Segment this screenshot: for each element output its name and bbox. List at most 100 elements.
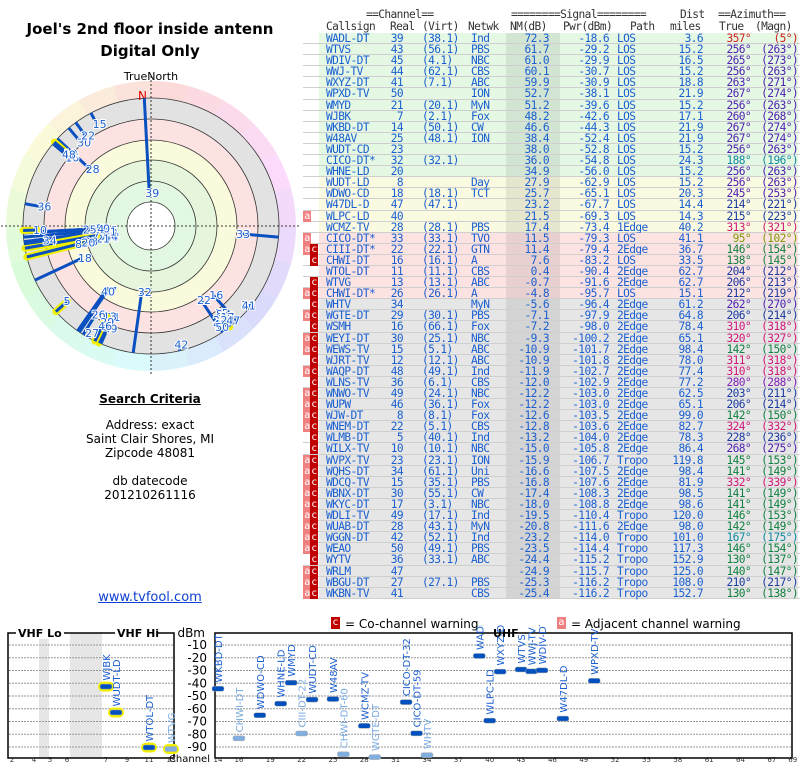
- table-row[interactable]: c WYTV 36 (33.1) ABC -24.4 -115.2 Tropo 152.9 130…: [303, 554, 800, 566]
- station-marker: [587, 678, 601, 684]
- table-row[interactable]: a c WDLI-TV 49 (17.1) Ind -19.5 -110.4 Tropo 120.…: [303, 510, 800, 521]
- table-row[interactable]: a c WGGN-DT 42 (52.1) Ind -23.2 -114.0 Tropo 101.…: [303, 532, 800, 543]
- cell-real: 50: [390, 87, 404, 101]
- table-row[interactable]: WDWO-CD 18 (18.1) TCT 25.7 -65.1 LOS 20.3 245° (2…: [303, 188, 800, 199]
- table-row[interactable]: a c WBNX-DT 30 (55.1) CW -17.4 -108.3 2Edge 98.5 1…: [303, 488, 800, 499]
- cell-real: 7: [396, 109, 404, 123]
- table-row[interactable]: a c WEAO 50 (49.1) PBS -23.5 -114.4 Tropo 117.3 14…: [303, 543, 800, 554]
- table-row[interactable]: WWJ-TV 44 (62.1) CBS 60.1 -30.7 LOS 15.2 256° (26…: [303, 66, 800, 77]
- cell-nm: 23.2: [524, 198, 549, 212]
- cell-true: 267°: [726, 87, 751, 101]
- cell-magn: (153°): [761, 453, 798, 467]
- table-row[interactable]: WJBK 7 (2.1) Fox 48.2 -42.6 LOS 17.1 260° (268°): [303, 111, 800, 122]
- cell-netwk: NBC: [471, 331, 490, 345]
- co-channel-warning-flag: c: [310, 465, 318, 477]
- table-row[interactable]: a c WUPW 46 (36.1) Fox -12.2 -103.0 2Edge 65.1 206…: [303, 399, 800, 410]
- cell-path: Tropo: [617, 575, 648, 589]
- table-row[interactable]: a c WRLM 47 -24.9 -115.7 Tropo 125.0 140° (147°): [303, 564, 800, 578]
- table-row[interactable]: c WSMH 16 (66.1) Fox -7.2 -98.0 2Edge 78.4 310° (3…: [303, 320, 800, 334]
- table-row[interactable]: W48AV 25 (48.1) ION 38.4 -52.4 LOS 21.9 267° (274…: [303, 133, 800, 144]
- table-row[interactable]: WDIV-DT 45 (4.1) NBC 61.0 -29.9 LOS 16.5 265° (27…: [303, 55, 800, 66]
- table-row[interactable]: a WLPC-LD 40 21.5 -69.3 LOS 14.3 215° (223°): [303, 210, 800, 222]
- cell-magn: (268°): [761, 109, 798, 123]
- adjacent-warning-flag: a: [303, 210, 311, 222]
- table-row[interactable]: WKBD-DT 14 (50.1) CW 46.6 -44.3 LOS 21.9 267° (27…: [303, 122, 800, 133]
- table-row[interactable]: a c WEWS-TV 15 (5.1) ABC -10.9 -101.7 2Edge 98.4 1…: [303, 344, 800, 355]
- spectrum-chart: -10-20-30-40-50-60-70-80-90dBmVHF Lo VHF …: [7, 625, 797, 765]
- station-marker: [274, 700, 287, 707]
- table-row[interactable]: c CHWI-DT 16 (16.1) A 7.6 -83.2 LOS 33.5 138° (145…: [303, 255, 800, 266]
- table-row[interactable]: a c WVPX-TV 23 (23.1) ION -15.9 -106.7 Tropo 119.…: [303, 453, 800, 467]
- table-row[interactable]: a c CHWI-DT* 26 (26.1) A -4.8 -95.7 LOS 15.1 212°(…: [303, 288, 800, 299]
- cell-netwk: Fox: [471, 320, 490, 334]
- table-row[interactable]: a c WKYC-DT 17 (3.1) NBC -18.0 -108.8 2Edge 98.6 1…: [303, 499, 800, 510]
- table-row[interactable]: c WLMB-DT 5 (40.1) Ind -13.2 -104.0 2Edge 78.3 22…: [303, 432, 800, 443]
- station-channel-label: 46: [98, 320, 112, 333]
- cell-netwk: ION: [471, 131, 490, 145]
- table-row[interactable]: a c WUAB-DT 28 (43.1) MyN -20.8 -111.6 2Edge 98.0…: [303, 521, 800, 532]
- table-row[interactable]: c WHTV 34 MyN -5.6 -96.4 2Edge 61.2 262° (270°): [303, 299, 800, 310]
- cell-virt: (27.1): [422, 575, 459, 589]
- table-row[interactable]: c WLNS-TV 36 (6.1) CBS -12.0 -102.9 2Edge 77.2 28…: [303, 377, 800, 388]
- cell-nm: -9.3: [524, 331, 549, 345]
- cell-pwr: -67.7: [578, 198, 609, 212]
- table-row[interactable]: c WTVG 13 (13.1) ABC -0.7 -91.6 2Edge 62.7 206° (2…: [303, 277, 800, 288]
- cell-netwk: TCT: [471, 187, 490, 201]
- column-header-row: Callsign Real (Virt) Netwk NM(dB) Pwr(dB…: [303, 20, 800, 33]
- cell-callsign: WEWS-TV: [326, 342, 370, 356]
- table-row[interactable]: WTVS 43 (56.1) PBS 61.7 -29.2 LOS 15.2 256° (263°…: [303, 44, 800, 55]
- table-row[interactable]: CICO-DT* 32 (32.1) 36.0 -54.8 LOS 24.3 188° (196…: [303, 155, 800, 166]
- table-row[interactable]: WHNE-LD 20 34.9 -56.0 LOS 15.2 256° (263°): [303, 166, 800, 177]
- cell-real: 30: [390, 331, 404, 345]
- station-channel-label: 8: [75, 238, 82, 251]
- cell-netwk: CBS: [471, 586, 490, 600]
- table-row[interactable]: W47DL-D 47 (47.1) 23.2 -67.7 LOS 14.4 214° (221°…: [303, 198, 800, 212]
- cell-magn: (275°): [761, 442, 798, 456]
- cell-real: 41: [390, 586, 404, 600]
- table-body: WADL-DT 39 (38.1) Ind 72.3 -18.6 LOS 3.6 357° (5°…: [303, 33, 800, 599]
- table-row[interactable]: a c WJW-DT 8 (8.1) Fox -12.6 -103.5 2Edge 99.0 142…: [303, 410, 800, 421]
- uhf-channel-tick: 28: [360, 756, 369, 764]
- co-channel-warning-flag: c: [310, 410, 318, 422]
- station-channel-label: 42: [174, 339, 188, 352]
- cell-dist: 17.1: [678, 109, 703, 123]
- table-row[interactable]: a c WNWO-TV 49 (24.1) NBC -12.2 -103.0 2Edge 62.5…: [303, 388, 800, 399]
- report-subtitle: Digital Only: [100, 42, 200, 60]
- cell-true: 140°: [726, 564, 751, 578]
- table-row[interactable]: a c WEYI-DT 30 (25.1) NBC -9.3 -100.2 2Edge 65.1 3…: [303, 331, 800, 345]
- table-row[interactable]: WADL-DT 39 (38.1) Ind 72.3 -18.6 LOS 3.6 357° (5°…: [303, 33, 800, 44]
- table-row[interactable]: a c WGTE-DT 29 (30.1) PBS -7.1 -97.9 2Edge 64.8 20…: [303, 310, 800, 321]
- table-row[interactable]: WCMZ-TV 28 (28.1) PBS 17.4 -73.4 1Edge 40.2 313°…: [303, 221, 800, 233]
- station-marker-label: WHTV: [423, 719, 434, 750]
- cell-magn: (138°): [761, 586, 798, 600]
- cell-virt: (25.1): [422, 331, 459, 345]
- table-row[interactable]: a c WBGU-DT 27 (27.1) PBS -25.3 -116.2 Tropo 108.…: [303, 575, 800, 589]
- table-row[interactable]: WUDT-CD 23 38.0 -52.8 LOS 15.2 256° (263°): [303, 144, 800, 155]
- table-row[interactable]: c WJRT-TV 12 (12.1) ABC -10.9 -101.8 2Edge 78.0 3…: [303, 355, 800, 366]
- tvfool-link[interactable]: www.tvfool.com: [0, 590, 300, 605]
- table-row[interactable]: c WILX-TV 10 (10.1) NBC -15.0 -105.8 2Edge 86.4 2…: [303, 442, 800, 456]
- table-row[interactable]: WPXD-TV 50 ION 52.7 -38.1 LOS 21.9 267° (274°): [303, 87, 800, 101]
- table-row[interactable]: WXYZ-DT 41 (7.1) ABC 59.9 -30.9 LOS 18.8 263° (27…: [303, 77, 800, 88]
- table-row[interactable]: a c WNEM-DT 22 (5.1) CBS -12.8 -103.6 2Edge 82.7 3…: [303, 421, 800, 432]
- uhf-channel-tick: 14: [214, 756, 223, 764]
- table-row[interactable]: WUDT-LD 8 Day 27.9 -62.9 LOS 15.2 256° (263°): [303, 177, 800, 188]
- cell-path: LOS: [617, 87, 636, 101]
- co-channel-warning-flag: c: [310, 565, 318, 577]
- table-row[interactable]: WMYD 21 (20.1) MyN 51.2 -39.6 LOS 15.2 256° (263°…: [303, 99, 800, 111]
- uhf-channel-tick: 55: [642, 756, 651, 764]
- uhf-channel-tick: 49: [579, 756, 588, 764]
- vhf-channel-tick: 9: [125, 756, 129, 764]
- cell-pwr: -98.0: [578, 320, 609, 334]
- cell-pwr: -105.8: [572, 442, 609, 456]
- station-channel-label: 40: [101, 286, 115, 299]
- table-row[interactable]: a c WDCQ-TV 15 (35.1) PBS -16.8 -107.6 2Edge 81.9…: [303, 477, 800, 488]
- table-row[interactable]: a c CIII-DT* 22 (22.1) GTN 11.4 -79.4 2Edge 36.7 1…: [303, 244, 800, 255]
- table-row[interactable]: a CICO-DT* 33 (33.1) TVO 11.5 -79.3 LOS 41.1 95°(…: [303, 233, 800, 244]
- table-row[interactable]: a c WAQP-DT 48 (49.1) Ind -11.9 -102.7 2Edge 77.4…: [303, 366, 800, 377]
- uhf-channel-tick: 16: [234, 756, 243, 764]
- table-row[interactable]: WTOL-DT 11 (11.1) CBS 0.4 -90.4 2Edge 62.7 204°(…: [303, 266, 800, 277]
- table-row[interactable]: a c WQHS-DT 34 (61.1) Uni -16.6 -107.5 2Edge 98.4…: [303, 466, 800, 477]
- station-channel-label: 48: [62, 149, 76, 162]
- table-row[interactable]: a c WKBN-TV 41 CBS -25.4 -116.2 Tropo 152.7 130°(…: [303, 588, 800, 599]
